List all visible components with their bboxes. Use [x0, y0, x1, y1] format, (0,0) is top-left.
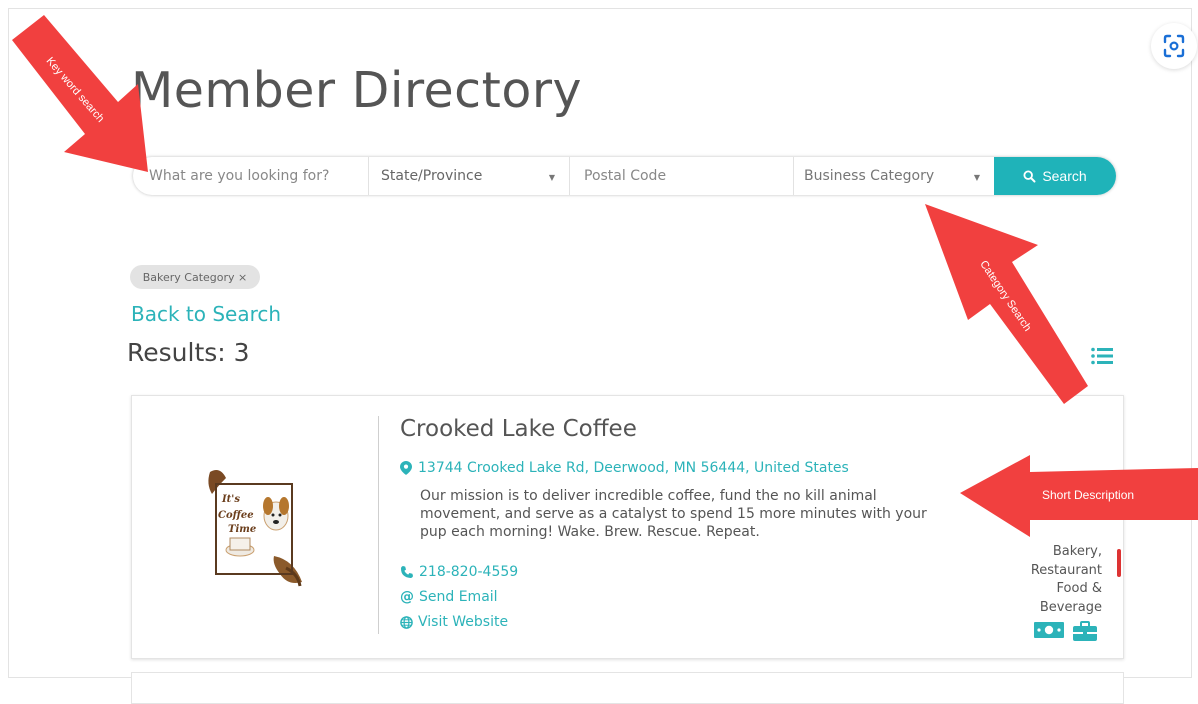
annotation-label: Short Description — [1042, 488, 1135, 502]
annotation-overlay — [12, 15, 1198, 537]
